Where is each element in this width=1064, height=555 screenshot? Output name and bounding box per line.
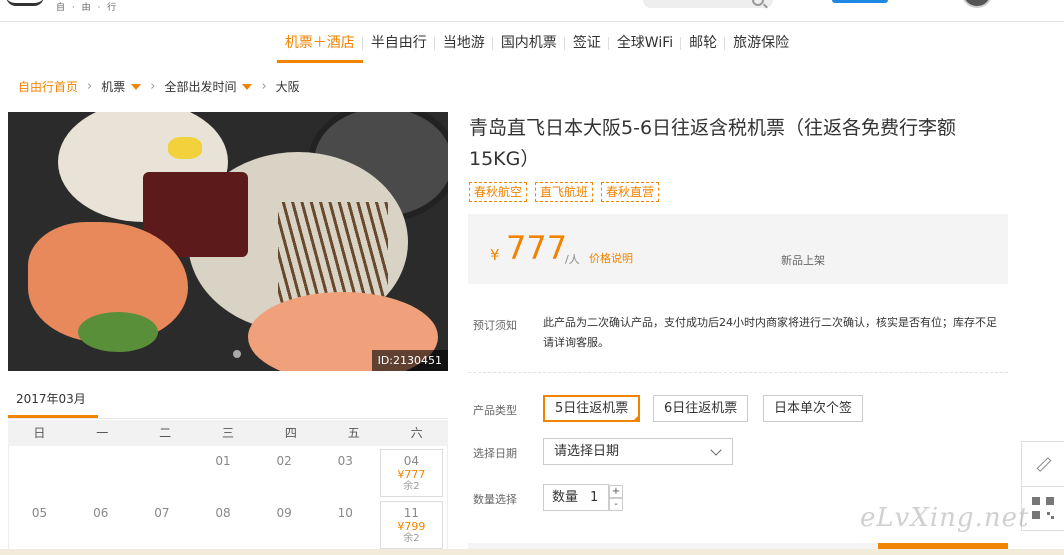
- chevron-right-icon: ›: [87, 79, 93, 94]
- calendar-week: 05 06 07 08 09 10 11 ¥799 余2: [9, 498, 447, 550]
- product-tags: 春秋航空 直飞航班 春秋直营: [469, 182, 667, 202]
- quantity-text: 数量: [552, 490, 579, 505]
- nav-item-cruise[interactable]: 邮轮: [680, 22, 725, 64]
- calendar-day: 02: [276, 454, 292, 468]
- product-title: 青岛直飞日本大阪5-6日往返含税机票（往返各免费行李额15KG）: [469, 117, 957, 170]
- nav-item-domestic-flights[interactable]: 国内机票: [491, 22, 565, 64]
- weekday-label: 日: [33, 426, 46, 440]
- calendar-day-number: 04: [403, 454, 420, 468]
- calendar-day: 10: [337, 506, 353, 520]
- calendar-day: 08: [215, 506, 231, 520]
- breadcrumb-home[interactable]: 自由行首页: [18, 78, 78, 95]
- nav-item-flight-hotel[interactable]: 机票＋酒店: [276, 22, 363, 64]
- weekday-label: 二: [159, 426, 172, 440]
- nav-item-visa[interactable]: 签证: [563, 22, 609, 64]
- dropdown-arrow-icon[interactable]: [242, 83, 253, 90]
- logo[interactable]: [6, 0, 44, 6]
- price-info-link[interactable]: 价格说明: [589, 250, 633, 266]
- breadcrumb-departure[interactable]: 全部出发时间: [164, 78, 236, 95]
- notice-label: 预订须知: [473, 319, 517, 332]
- calendar-day: 01: [215, 454, 231, 468]
- calendar-day: 09: [276, 506, 292, 520]
- breadcrumb-destination: 大阪: [275, 80, 300, 94]
- top-header: 自 · 由 · 行: [0, 0, 1064, 22]
- tag-airline: 春秋航空: [469, 182, 528, 202]
- watermark: eLvXing.net: [860, 503, 1030, 533]
- nav-item-insurance[interactable]: 旅游保险: [724, 22, 797, 64]
- nav-item-semi-independent[interactable]: 半自由行: [361, 22, 435, 64]
- pencil-icon: [1036, 457, 1052, 472]
- nav-item-local-tours[interactable]: 当地游: [433, 22, 493, 64]
- tag-direct-sale: 春秋直营: [601, 182, 660, 202]
- chevron-right-icon: ›: [261, 79, 267, 94]
- date-label: 选择日期: [473, 447, 517, 460]
- calendar-day-remaining: 余2: [403, 481, 420, 492]
- tag-direct-flight: 直飞航班: [535, 182, 594, 202]
- weekday-label: 四: [284, 426, 297, 440]
- calendar-grid: 01 02 03 04 ¥777 余2 05 06 07 08 09 10 11…: [8, 446, 448, 555]
- date-select-value: 请选择日期: [554, 444, 620, 459]
- calendar-day: 05: [31, 506, 48, 520]
- calendar-month-tab[interactable]: 2017年03月: [8, 390, 98, 418]
- login-button[interactable]: [832, 0, 888, 3]
- breadcrumb: 自由行首页 › 机票 › 全部出发时间 › 大阪: [18, 78, 300, 95]
- calendar-day-available[interactable]: 11 ¥799 余2: [379, 501, 443, 549]
- weekday-label: 六: [410, 426, 423, 440]
- type-option-6day[interactable]: 6日往返机票: [653, 395, 749, 422]
- calendar-day: 06: [93, 506, 109, 520]
- calendar-day-price: ¥777: [397, 468, 426, 481]
- carousel-dot[interactable]: [233, 350, 241, 358]
- calendar-day-price: ¥799: [397, 520, 426, 533]
- type-option-5day[interactable]: 5日往返机票: [543, 395, 641, 422]
- date-select[interactable]: 请选择日期: [543, 438, 733, 465]
- weekday-label: 三: [222, 426, 235, 440]
- calendar-day-number: 11: [403, 506, 420, 520]
- calendar-day: 03: [337, 454, 353, 468]
- calendar-weekday-header: 日 一 二 三 四 五 六: [8, 420, 448, 446]
- notice-text: 此产品为二次确认产品，支付成功后24小时内商家将进行二次确认，核实是否有位；库存…: [543, 316, 997, 349]
- type-option-visa[interactable]: 日本单次个签: [763, 395, 864, 422]
- calendar-day: 07: [154, 506, 170, 520]
- status-badge: 新品上架: [781, 254, 825, 267]
- product-type-label: 产品类型: [473, 404, 517, 417]
- calendar-day-remaining: 余2: [403, 533, 420, 544]
- calendar-week: 01 02 03 04 ¥777 余2: [9, 446, 447, 498]
- qr-code-icon[interactable]: [1032, 497, 1054, 519]
- feedback-button[interactable]: [1022, 442, 1064, 487]
- product-photo[interactable]: ID:2130451: [8, 112, 448, 371]
- dropdown-arrow-icon[interactable]: [131, 83, 142, 90]
- photo-id-label: ID:2130451: [371, 350, 448, 371]
- divider: [468, 372, 1008, 373]
- breadcrumb-flight[interactable]: 机票: [101, 78, 125, 95]
- price-value: 777: [506, 229, 568, 267]
- nav-item-wifi[interactable]: 全球WiFi: [607, 22, 681, 64]
- main-nav: 机票＋酒店 半自由行 当地游 国内机票 签证 全球WiFi 邮轮 旅游保险: [0, 22, 1064, 64]
- quantity-stepper[interactable]: 数量 1: [543, 484, 609, 511]
- calendar-day: [9, 446, 70, 498]
- quantity-value[interactable]: 1: [590, 485, 598, 510]
- calendar-day: [131, 446, 192, 498]
- calendar-day-available[interactable]: 04 ¥777 余2: [379, 449, 443, 497]
- currency-symbol: ¥: [490, 246, 500, 264]
- weekday-label: 五: [347, 426, 360, 440]
- quantity-increment-button[interactable]: +: [609, 485, 623, 498]
- avatar[interactable]: [962, 0, 992, 8]
- calendar-day: [70, 446, 131, 498]
- chevron-down-icon: [710, 444, 722, 456]
- price-panel: ¥ 777 /人 价格说明 新品上架: [468, 214, 1008, 284]
- quantity-decrement-button[interactable]: -: [609, 498, 623, 511]
- chevron-right-icon: ›: [150, 79, 156, 94]
- quantity-label: 数量选择: [473, 493, 517, 506]
- price-unit: /人: [565, 253, 580, 266]
- weekday-label: 一: [96, 426, 109, 440]
- logo-subtitle: 自 · 由 · 行: [56, 3, 119, 13]
